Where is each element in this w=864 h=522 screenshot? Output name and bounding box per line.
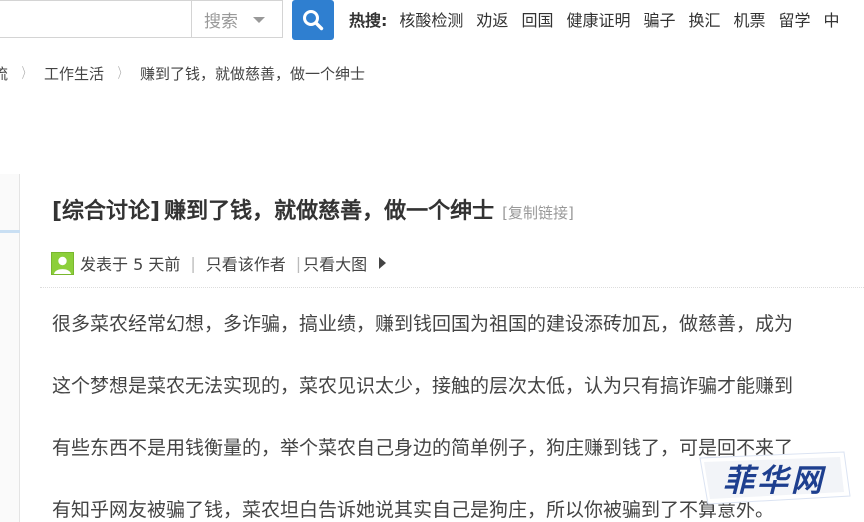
hot-search-label: 热搜:: [349, 11, 388, 30]
hot-search-item[interactable]: 留学: [779, 7, 811, 31]
hot-search-item[interactable]: 换汇: [688, 7, 720, 31]
meta-separator: |: [295, 253, 302, 273]
meta-divider: [40, 287, 864, 288]
search-icon: [303, 10, 324, 31]
meta-separator: |: [190, 253, 196, 273]
breadcrumb: 流 〉 工作生活 〉 赚到了钱，就做慈善，做一个绅士: [0, 61, 365, 85]
top-search-bar: 搜索 热搜: 核酸检测 劝返 回国 健康证明 骗子 换汇 机票 留学 中: [0, 0, 864, 44]
hot-search-item[interactable]: 回国: [521, 7, 553, 31]
hot-search-item[interactable]: 中: [824, 7, 840, 31]
chevron-down-icon: [253, 17, 265, 23]
sidebar-accent-line: [0, 230, 20, 233]
hot-search-item[interactable]: 劝返: [476, 7, 508, 31]
post-paragraph: 有些东西不是用钱衡量的，举个菜农自己身边的简单例子，狗庄赚到钱了，可是回不来了: [52, 437, 794, 459]
author-only-link[interactable]: 只看该作者: [206, 251, 286, 275]
hot-search-item[interactable]: 骗子: [643, 7, 675, 31]
breadcrumb-item[interactable]: 流: [0, 63, 8, 84]
post-paragraph: 很多菜农经常幻想，多诈骗，搞业绩，赚到钱回国为祖国的建设添砖加瓦，做慈善，成为: [52, 313, 794, 335]
hot-search-item[interactable]: 核酸检测: [399, 7, 463, 31]
big-image-link[interactable]: 只看大图: [303, 251, 367, 275]
post-title: [综合讨论] 赚到了钱，就做慈善，做一个绅士 [复制链接]: [52, 193, 574, 225]
post-time: 发表于 5 天前: [80, 255, 181, 274]
hot-search-list: 热搜: 核酸检测 劝返 回国 健康证明 骗子 换汇 机票 留学 中: [349, 6, 853, 32]
breadcrumb-current: 赚到了钱，就做慈善，做一个绅士: [140, 64, 366, 83]
post-title-text: 赚到了钱，就做慈善，做一个绅士: [164, 199, 495, 224]
copy-link-button[interactable]: [复制链接]: [502, 202, 574, 223]
site-watermark-logo: 菲华网: [699, 451, 851, 505]
hot-search-item[interactable]: 机票: [734, 7, 766, 31]
post-paragraph: 这个梦想是菜农无法实现的，菜农见识太少，接触的层次太低，认为只有搞诈骗才能赚到: [52, 375, 794, 397]
post-paragraph: 有知乎网友被骗了钱，菜农坦白告诉她说其实自己是狗庄，所以你被骗到了不算意外。: [52, 499, 775, 521]
author-sidebar: [0, 174, 20, 522]
chevron-right-icon: 〉: [117, 66, 127, 82]
play-triangle-icon[interactable]: [379, 257, 387, 269]
hot-search-item[interactable]: 健康证明: [566, 7, 630, 31]
post-meta: 发表于 5 天前 | 只看该作者 | 只看大图: [51, 251, 387, 275]
search-button[interactable]: [292, 0, 334, 40]
search-select-label: 搜索: [204, 11, 238, 32]
breadcrumb-item[interactable]: 工作生活: [44, 63, 104, 84]
post-category[interactable]: [综合讨论]: [52, 193, 160, 225]
user-avatar-icon: [51, 251, 74, 275]
search-type-select[interactable]: 搜索: [192, 0, 282, 38]
watermark-text: 菲华网: [723, 463, 827, 499]
chevron-right-icon: 〉: [21, 66, 31, 82]
